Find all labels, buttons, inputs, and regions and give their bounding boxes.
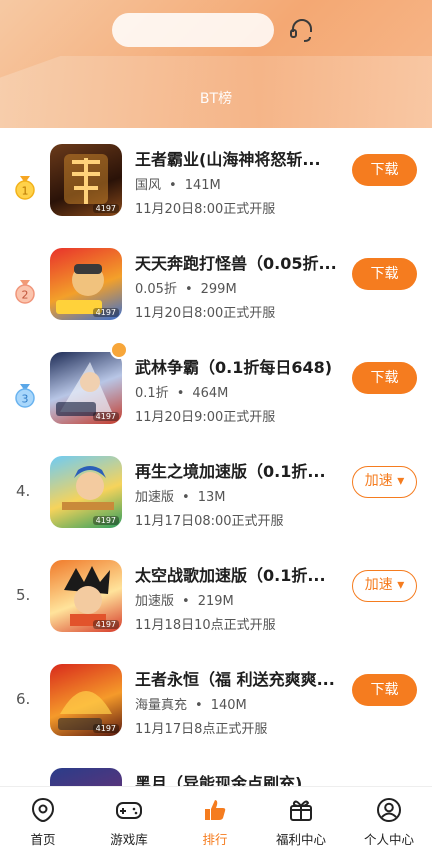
thumb-badge: 4197 [92, 204, 119, 213]
thumb-badge: 4197 [92, 516, 119, 525]
svg-text:2: 2 [22, 289, 29, 302]
game-row[interactable]: 1 4197 王者霸业(山海神将怒斩... 国风 • 141M 11月20日8:00… [0, 136, 432, 240]
thumb-badge: 4197 [92, 724, 119, 733]
game-meta: 加速版 • 219M [135, 590, 234, 609]
nav-home[interactable]: 首页 [0, 797, 86, 848]
game-row[interactable]: 5. 4197 太空战歌加速版（0.1折... 加速版 • 219M 11月18日1… [0, 552, 432, 656]
game-category: 海量真充 [135, 698, 188, 713]
header-banner: BT榜 [0, 0, 432, 128]
accelerate-button[interactable]: 加速 ▾ [352, 466, 417, 498]
game-thumbnail[interactable]: 4197 [50, 560, 122, 632]
home-icon [31, 797, 55, 823]
gamepad-icon [116, 802, 142, 819]
open-date: 11月18日10点正式开服 [135, 618, 276, 633]
caret-down-icon: ▾ [397, 577, 405, 593]
nav-label: 游戏库 [110, 832, 148, 847]
nav-label: 个人中心 [363, 832, 414, 847]
game-meta: 加速版 • 13M [135, 486, 225, 505]
game-meta: 国风 • 141M [135, 174, 221, 193]
gold-medal-icon: 1 [15, 176, 35, 200]
svg-text:1: 1 [22, 185, 29, 198]
bottom-navigation: 首页 游戏库 排行 福利中心 个人中心 [0, 786, 432, 860]
search-bar[interactable] [112, 13, 274, 47]
game-row[interactable]: 6. 4197 王者永恒（福 利送充爽爽... 海量真充 • 140M 11月17日… [0, 656, 432, 760]
nav-welfare-center[interactable]: 福利中心 [258, 797, 344, 848]
game-size: 464M [192, 386, 229, 401]
thumbs-up-icon [205, 800, 226, 820]
gift-icon [290, 800, 312, 821]
open-date: 11月20日9:00正式开服 [135, 410, 276, 425]
open-date: 11月20日8:00正式开服 [135, 202, 276, 217]
game-thumbnail[interactable] [50, 768, 122, 786]
game-thumbnail[interactable]: 4197 [50, 456, 122, 528]
thumb-badge: 4197 [92, 412, 119, 421]
open-date: 11月20日8:00正式开服 [135, 306, 276, 321]
nav-personal-center[interactable]: 个人中心 [346, 797, 432, 848]
game-title[interactable]: 再生之境加速版（0.1折... [135, 458, 351, 482]
nav-label: 首页 [30, 832, 56, 847]
silver-medal-icon: 2 [15, 280, 35, 304]
separator-dot: • [184, 282, 193, 297]
separator-dot: • [195, 698, 203, 713]
separator-dot: • [176, 386, 185, 401]
game-meta: 0.1折 • 464M [135, 382, 228, 401]
game-size: 13M [197, 490, 226, 505]
separator-dot: • [182, 490, 190, 505]
game-category: 0.1折 [135, 386, 169, 401]
gift-badge-icon [110, 341, 128, 359]
accelerate-label: 加速 [364, 577, 393, 593]
user-icon [377, 798, 401, 822]
game-size: 141M [184, 178, 221, 193]
download-button[interactable]: 下载 [352, 258, 417, 290]
game-title[interactable]: 天天奔跑打怪兽（0.05折... [135, 250, 351, 274]
separator-dot: • [169, 178, 177, 193]
game-size: 299M [200, 282, 237, 297]
thumb-badge: 4197 [92, 620, 119, 629]
open-date: 11月17日8点正式开服 [135, 722, 268, 737]
board-title: BT榜 [199, 91, 233, 107]
download-button[interactable]: 下载 [352, 154, 417, 186]
game-row[interactable]: 3 4197 武林争霸（0.1折每日648) 0.1折 • 464M 11月20日9… [0, 341, 432, 448]
game-title[interactable]: 王者永恒（福 利送充爽爽... [135, 666, 351, 690]
game-title[interactable]: 太空战歌加速版（0.1折... [135, 562, 351, 586]
game-thumbnail[interactable]: 4197 [50, 144, 122, 216]
thumb-badge: 4197 [92, 308, 119, 317]
bronze-medal-icon: 3 [15, 384, 35, 408]
game-meta: 海量真充 • 140M [135, 694, 247, 713]
rank-number: 5. [16, 586, 31, 604]
game-title[interactable]: 武林争霸（0.1折每日648) [135, 354, 351, 378]
nav-game-library[interactable]: 游戏库 [86, 797, 172, 848]
headset-icon[interactable] [288, 16, 316, 44]
caret-down-icon: ▾ [397, 473, 405, 489]
rank-number: 4. [16, 482, 31, 500]
game-size: 219M [197, 594, 234, 609]
svg-text:3: 3 [22, 393, 29, 406]
download-button[interactable]: 下载 [352, 362, 417, 394]
game-thumbnail[interactable]: 4197 [50, 352, 122, 424]
game-title[interactable]: 黑月（异能现金点刷充) [135, 770, 351, 786]
nav-label: 福利中心 [275, 832, 326, 847]
open-date: 11月17日08:00正式开服 [135, 514, 284, 529]
game-category: 0.05折 [135, 282, 177, 297]
nav-ranking[interactable]: 排行 [172, 797, 258, 848]
download-button[interactable]: 下载 [352, 674, 417, 706]
accelerate-label: 加速 [364, 473, 393, 489]
separator-dot: • [182, 594, 190, 609]
game-thumbnail[interactable]: 4197 [50, 664, 122, 736]
game-category: 加速版 [135, 594, 175, 609]
game-thumbnail[interactable]: 4197 [50, 248, 122, 320]
accelerate-button[interactable]: 加速 ▾ [352, 570, 417, 602]
rank-number: 6. [16, 690, 31, 708]
game-meta: 0.05折 • 299M [135, 278, 237, 297]
game-row[interactable]: 2 4197 天天奔跑打怪兽（0.05折... 0.05折 • 299M 11月20… [0, 240, 432, 344]
nav-label: 排行 [202, 832, 228, 847]
game-category: 加速版 [135, 490, 175, 505]
game-title[interactable]: 王者霸业(山海神将怒斩... [135, 146, 351, 170]
game-row[interactable]: 4. 4197 再生之境加速版（0.1折... 加速版 • 13M 11月17日08… [0, 448, 432, 552]
game-row[interactable]: 黑月（异能现金点刷充) [0, 760, 432, 786]
game-size: 140M [210, 698, 247, 713]
game-category: 国风 [135, 178, 162, 193]
